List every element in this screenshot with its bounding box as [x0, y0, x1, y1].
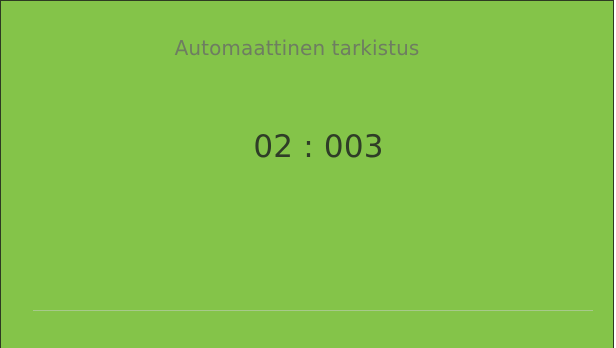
divider-line: [33, 310, 593, 311]
screen-title: Automaattinen tarkistus: [174, 36, 420, 60]
auto-check-screen: Automaattinen tarkistus 02 : 003: [0, 0, 614, 348]
timer-display: 02 : 003: [253, 129, 384, 165]
